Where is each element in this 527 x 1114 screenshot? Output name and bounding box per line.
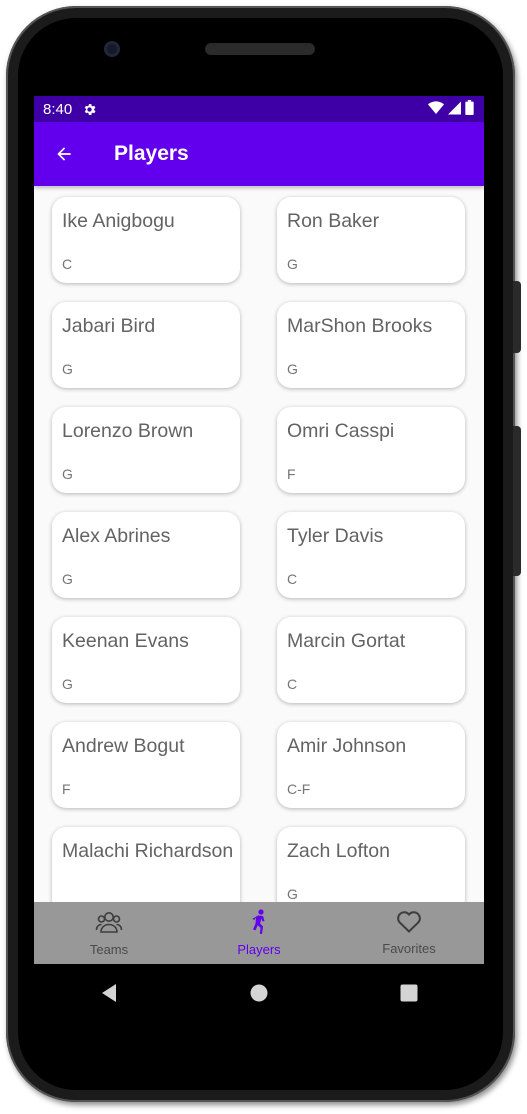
player-position: C — [287, 571, 298, 587]
nav-players-label: Players — [237, 942, 281, 957]
gear-icon — [82, 102, 97, 117]
player-name: MarShon Brooks — [287, 315, 433, 337]
player-position: C — [62, 256, 73, 272]
player-card[interactable]: Amir Johnson C-F — [277, 722, 465, 808]
player-position: G — [62, 571, 73, 587]
team-icon — [95, 909, 123, 940]
nav-players[interactable]: Players — [184, 902, 334, 964]
player-position: G — [287, 256, 298, 272]
heart-icon — [396, 910, 422, 939]
page-title: Players — [114, 142, 189, 165]
player-card[interactable]: Ike Anigbogu C — [52, 197, 240, 283]
player-position: G — [287, 361, 298, 377]
nav-teams[interactable]: Teams — [34, 902, 184, 964]
nav-back-icon[interactable] — [89, 973, 129, 1013]
player-position: G — [62, 466, 73, 482]
player-name: Jabari Bird — [62, 315, 156, 337]
player-card[interactable]: Keenan Evans G — [52, 617, 240, 703]
player-card[interactable]: MarShon Brooks G — [277, 302, 465, 388]
system-navigation-bar — [34, 964, 484, 1022]
player-name: Keenan Evans — [62, 630, 189, 652]
player-position: C-F — [287, 781, 311, 797]
nav-teams-label: Teams — [89, 942, 129, 957]
screen: 8:40 Players Ike Anigbogu C Ron Baker G … — [34, 96, 484, 964]
power-button — [513, 281, 521, 353]
player-card[interactable]: Omri Casspi F — [277, 407, 465, 493]
status-bar: 8:40 — [34, 96, 484, 122]
player-icon — [250, 909, 268, 940]
bottom-navigation: Teams Players Favorites — [34, 902, 484, 964]
player-name: Amir Johnson — [287, 735, 407, 757]
status-icons — [428, 100, 474, 119]
player-card[interactable]: Jabari Bird G — [52, 302, 240, 388]
front-camera — [104, 41, 120, 57]
player-position: C — [287, 676, 298, 692]
player-name: Malachi Richardson — [62, 840, 234, 862]
player-name: Marcin Gortat — [287, 630, 406, 652]
app-bar: Players — [34, 122, 484, 186]
player-name: Alex Abrines — [62, 525, 171, 547]
player-card[interactable]: Tyler Davis C — [277, 512, 465, 598]
signal-icon — [448, 101, 461, 119]
player-position: G — [287, 886, 298, 902]
player-position: G — [62, 676, 73, 692]
player-card[interactable]: Ron Baker G — [277, 197, 465, 283]
player-card[interactable]: Zach Lofton G — [277, 827, 465, 902]
earpiece-speaker — [205, 43, 315, 55]
player-card[interactable]: Marcin Gortat C — [277, 617, 465, 703]
player-position: G — [62, 361, 73, 377]
players-grid: Ike Anigbogu C Ron Baker G Jabari Bird G… — [34, 186, 484, 902]
volume-button — [513, 426, 521, 576]
player-name: Zach Lofton — [287, 840, 390, 862]
player-card[interactable]: Alex Abrines G — [52, 512, 240, 598]
wifi-icon — [428, 100, 444, 119]
nav-favorites[interactable]: Favorites — [334, 902, 484, 964]
player-position: F — [287, 466, 296, 482]
nav-recents-icon[interactable] — [389, 973, 429, 1013]
nav-home-icon[interactable] — [239, 973, 279, 1013]
player-name: Tyler Davis — [287, 525, 384, 547]
battery-icon — [465, 100, 474, 119]
player-name: Omri Casspi — [287, 420, 395, 442]
status-time: 8:40 — [43, 100, 73, 118]
player-name: Ike Anigbogu — [62, 210, 175, 232]
nav-favorites-label: Favorites — [382, 941, 436, 956]
player-name: Ron Baker — [287, 210, 380, 232]
player-name: Andrew Bogut — [62, 735, 185, 757]
player-card[interactable]: Lorenzo Brown G — [52, 407, 240, 493]
player-name: Lorenzo Brown — [62, 420, 194, 442]
back-arrow-icon[interactable] — [52, 142, 76, 166]
player-card[interactable]: Andrew Bogut F — [52, 722, 240, 808]
player-card[interactable]: Malachi Richardson — [52, 827, 240, 902]
player-position: F — [62, 781, 71, 797]
